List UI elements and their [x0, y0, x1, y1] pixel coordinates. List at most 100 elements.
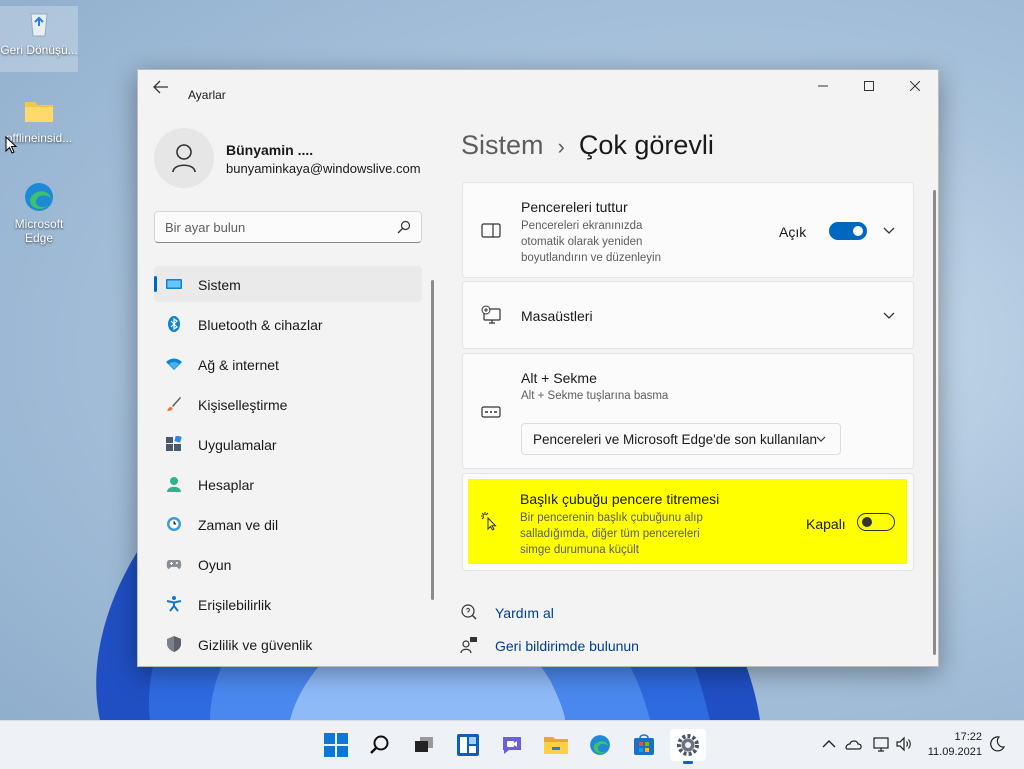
nav-label: Sistem: [198, 277, 241, 293]
nav-item-bluetooth[interactable]: Bluetooth & cihazlar: [154, 306, 422, 342]
user-icon: [172, 144, 196, 173]
network-icon[interactable]: [872, 735, 890, 753]
settings-window: Ayarlar Bünyamin .... bunyaminkaya@windo…: [137, 69, 939, 667]
task-view-button[interactable]: [406, 729, 442, 761]
apps-icon: [166, 436, 182, 451]
nav-item-privacy[interactable]: Gizlilik ve güvenlik: [154, 626, 422, 662]
title-bar-shake-state: Kapalı: [806, 516, 846, 532]
edge-icon: [590, 735, 610, 755]
taskbar: 17:22 11.09.2021: [0, 720, 1024, 769]
nav-item-accessibility[interactable]: Erişilebilirlik: [154, 586, 422, 622]
breadcrumb-parent[interactable]: Sistem: [461, 130, 544, 160]
nav-item-apps[interactable]: Uygulamalar: [154, 426, 422, 462]
chevron-up-icon[interactable]: [820, 735, 838, 753]
snap-windows-title: Pencereleri tuttur: [521, 199, 628, 215]
feedback-icon: [460, 637, 477, 654]
nav-item-gaming[interactable]: Oyun: [154, 546, 422, 582]
chat-icon: [503, 737, 521, 754]
keyboard-icon: [481, 406, 501, 418]
settings-nav: Sistem Bluetooth & cihazlar Ağ & interne…: [154, 266, 422, 666]
system-icon: [166, 279, 182, 289]
title-bar-shake-description: Bir pencerenin başlık çubuğunu alıp salla…: [520, 512, 703, 556]
chevron-down-icon[interactable]: [883, 227, 895, 235]
focus-assist-moon-icon[interactable]: [988, 735, 1006, 753]
nav-item-system[interactable]: Sistem: [154, 266, 422, 302]
volume-icon[interactable]: [895, 735, 913, 753]
bluetooth-icon: [168, 316, 180, 332]
nav-scrollbar[interactable]: [431, 280, 434, 600]
maximize-button[interactable]: [846, 70, 892, 102]
nav-item-time-language[interactable]: Zaman ve dil: [154, 506, 422, 542]
page-title: Çok görevli: [578, 130, 714, 160]
content-scrollbar[interactable]: [933, 190, 936, 655]
clock[interactable]: 17:22 11.09.2021: [928, 730, 982, 760]
desktop-icon-edge[interactable]: Microsoft Edge: [0, 180, 78, 245]
settings-icon: [677, 734, 699, 756]
clock-globe-icon: [167, 517, 181, 531]
search-placeholder: Bir ayar bulun: [165, 220, 246, 235]
avatar[interactable]: [154, 128, 214, 188]
store-button[interactable]: [626, 729, 662, 761]
chevron-down-icon: [816, 436, 826, 442]
close-icon: [910, 81, 920, 91]
clock-time: 17:22: [954, 731, 982, 743]
nav-label: Gizlilik ve güvenlik: [198, 637, 313, 653]
file-explorer-button[interactable]: [538, 729, 574, 761]
alt-tab-dropdown-value: Pencereleri ve Microsoft Edge'de son kul…: [533, 432, 817, 447]
snap-layout-icon: [481, 223, 501, 238]
onedrive-icon[interactable]: [844, 735, 862, 753]
start-button[interactable]: [318, 729, 354, 761]
alt-tab-card: Alt + Sekme Alt + Sekme tuşlarına basma …: [462, 353, 914, 469]
nav-label: Kişiselleştirme: [198, 397, 288, 413]
title-bar-shake-title: Başlık çubuğu pencere titremesi: [520, 491, 720, 507]
window-title: Ayarlar: [188, 88, 226, 102]
taskbar-edge-button[interactable]: [582, 729, 618, 761]
minimize-icon: [818, 85, 828, 87]
profile-name: Bünyamin ....: [226, 142, 314, 158]
help-icon: [461, 604, 477, 620]
profile-email: bunyaminkaya@windowslive.com: [226, 161, 421, 176]
folder-icon: [22, 94, 56, 128]
snap-windows-description: Pencereleri ekranınızda otomatik olarak y…: [521, 220, 662, 264]
widgets-icon: [457, 734, 479, 756]
desktops-card[interactable]: Masaüstleri: [462, 281, 914, 349]
shake-cursor-icon: [481, 512, 497, 531]
shield-icon: [167, 636, 181, 652]
alt-tab-dropdown[interactable]: Pencereleri ve Microsoft Edge'de son kul…: [521, 423, 841, 455]
desktop-icon-label: Geri Dönüşü...: [0, 43, 78, 57]
nav-item-accounts[interactable]: Hesaplar: [154, 466, 422, 502]
breadcrumb-separator-icon: ›: [557, 134, 565, 159]
chevron-down-icon[interactable]: [883, 312, 895, 320]
close-button[interactable]: [892, 70, 938, 102]
nav-label: Bluetooth & cihazlar: [198, 317, 323, 333]
nav-item-network[interactable]: Ağ & internet: [154, 346, 422, 382]
clock-date: 11.09.2021: [927, 746, 982, 758]
widgets-button[interactable]: [450, 729, 486, 761]
snap-windows-card[interactable]: Pencereleri tuttur Pencereleri ekranınız…: [462, 182, 914, 278]
edge-icon: [22, 180, 56, 214]
nav-label: Ağ & internet: [198, 357, 279, 373]
nav-label: Hesaplar: [198, 477, 255, 493]
snap-windows-toggle[interactable]: [829, 222, 867, 240]
nav-label: Zaman ve dil: [198, 517, 279, 533]
store-icon: [634, 734, 654, 755]
search-input[interactable]: Bir ayar bulun: [154, 211, 422, 243]
help-link-label: Yardım al: [495, 605, 554, 621]
chat-button[interactable]: [494, 729, 530, 761]
title-bar-shake-content: Başlık çubuğu pencere titremesi Bir penc…: [462, 473, 912, 569]
nav-item-personalization[interactable]: Kişiselleştirme: [154, 386, 422, 422]
maximize-icon: [864, 81, 874, 91]
alt-tab-title: Alt + Sekme: [521, 370, 597, 386]
title-bar-shake-toggle[interactable]: [857, 513, 895, 531]
accessibility-icon: [166, 596, 182, 612]
gamepad-icon: [166, 560, 182, 569]
back-arrow-icon[interactable]: [152, 79, 170, 95]
settings-taskbar-button[interactable]: [670, 729, 706, 764]
minimize-button[interactable]: [800, 70, 846, 102]
taskbar-search-button[interactable]: [362, 729, 398, 761]
feedback-link-label: Geri bildirimde bulunun: [495, 638, 639, 654]
search-icon[interactable]: [397, 220, 411, 234]
desktop-icon-recycle-bin[interactable]: Geri Dönüşü...: [0, 6, 78, 72]
wifi-icon: [166, 358, 182, 370]
desktop-icon-label: Microsoft Edge: [14, 217, 64, 245]
